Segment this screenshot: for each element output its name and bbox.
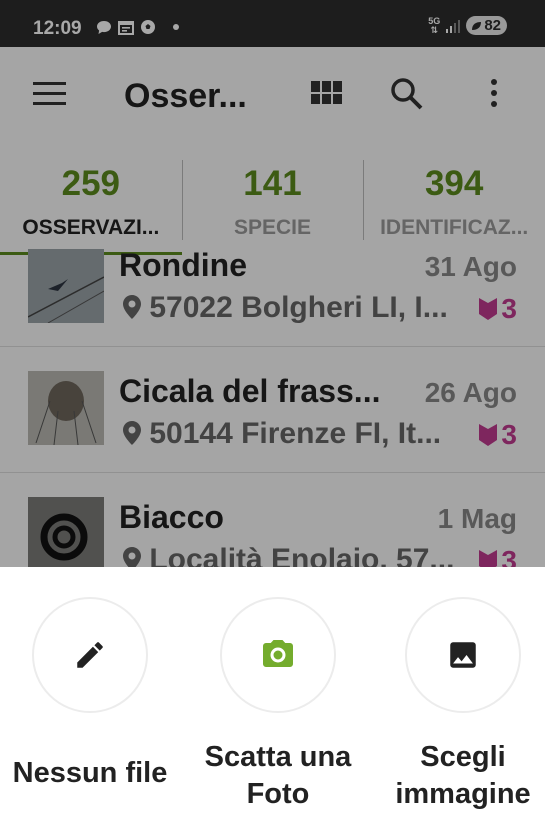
choose-image-label-line1: Scegli — [420, 741, 506, 773]
take-photo-label-line1: Scatta una — [204, 741, 352, 773]
choose-image-option[interactable]: Scegli immagine — [383, 567, 543, 813]
no-file-option[interactable]: Nessun file — [10, 567, 170, 792]
media-picker-sheet: Nessun file Scatta una Foto Scegli immag… — [0, 567, 545, 815]
pencil-icon — [77, 642, 103, 668]
choose-image-label: Scegli immagine — [383, 739, 543, 813]
camera-icon — [263, 640, 293, 667]
choose-image-label-line2: immagine — [395, 778, 531, 810]
image-icon — [450, 642, 476, 668]
take-photo-button[interactable] — [220, 597, 336, 713]
choose-image-button[interactable] — [405, 597, 521, 713]
take-photo-label-line2: Foto — [246, 778, 310, 810]
no-file-button[interactable] — [32, 597, 148, 713]
no-file-label: Nessun file — [12, 757, 168, 789]
take-photo-option[interactable]: Scatta una Foto — [193, 567, 363, 813]
take-photo-label: Scatta una Foto — [193, 739, 363, 813]
